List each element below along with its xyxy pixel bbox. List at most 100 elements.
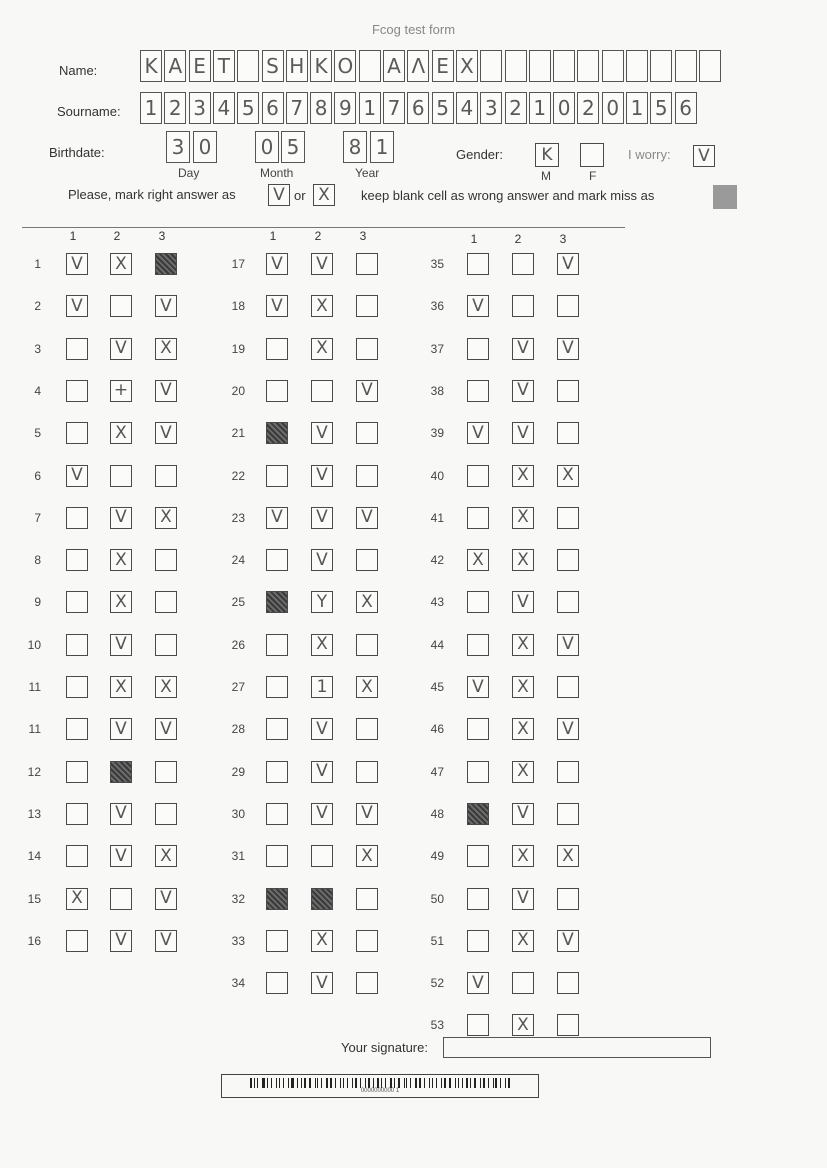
answer-checkbox[interactable]: X <box>356 591 378 614</box>
answer-checkbox[interactable]: V <box>311 464 333 487</box>
answer-checkbox[interactable]: V <box>356 506 378 529</box>
answer-checkbox[interactable]: V <box>110 337 132 360</box>
answer-checkbox[interactable]: V <box>311 802 333 825</box>
surname-char-cell[interactable]: 7 <box>383 92 405 124</box>
answer-checkbox[interactable]: V <box>110 802 132 825</box>
answer-checkbox[interactable] <box>356 295 378 318</box>
name-char-cell[interactable]: H <box>285 50 308 82</box>
answer-checkbox[interactable] <box>266 887 288 910</box>
surname-char-cell[interactable]: 0 <box>601 92 624 124</box>
answer-checkbox[interactable] <box>66 337 88 360</box>
answer-checkbox[interactable] <box>467 760 489 783</box>
month-digit-1[interactable]: 0 <box>255 131 279 163</box>
answer-checkbox[interactable] <box>557 422 579 445</box>
answer-checkbox[interactable] <box>557 549 579 572</box>
answer-checkbox[interactable] <box>266 929 288 952</box>
surname-char-cell[interactable]: 8 <box>310 92 333 124</box>
answer-checkbox[interactable]: V <box>266 295 288 318</box>
name-char-cell[interactable] <box>650 50 673 82</box>
answer-checkbox[interactable] <box>66 929 88 952</box>
answer-checkbox[interactable] <box>467 929 489 952</box>
surname-char-cell[interactable]: 3 <box>480 92 503 124</box>
surname-char-cell[interactable]: 4 <box>455 92 478 124</box>
answer-checkbox[interactable]: V <box>512 887 534 910</box>
answer-checkbox[interactable] <box>557 676 579 698</box>
answer-checkbox[interactable] <box>266 972 288 995</box>
answer-checkbox[interactable] <box>66 845 88 868</box>
answer-checkbox[interactable] <box>557 802 579 825</box>
name-char-cell[interactable]: A <box>164 50 187 82</box>
answer-checkbox[interactable]: V <box>512 422 534 445</box>
answer-checkbox[interactable] <box>467 718 489 741</box>
answer-checkbox[interactable]: X <box>110 676 132 698</box>
answer-checkbox[interactable]: V <box>356 802 378 825</box>
answer-checkbox[interactable]: X <box>557 464 579 487</box>
surname-char-cell[interactable]: 2 <box>164 92 187 124</box>
gender-female-box[interactable] <box>580 143 604 167</box>
answer-checkbox[interactable] <box>155 591 177 614</box>
answer-checkbox[interactable] <box>66 760 88 783</box>
answer-checkbox[interactable]: X <box>110 549 132 572</box>
answer-checkbox[interactable]: Y <box>311 591 333 614</box>
day-digit-2[interactable]: 0 <box>193 131 217 163</box>
answer-checkbox[interactable]: X <box>110 422 132 445</box>
answer-checkbox[interactable] <box>512 253 534 275</box>
answer-checkbox[interactable] <box>356 337 378 360</box>
answer-checkbox[interactable] <box>266 718 288 741</box>
answer-checkbox[interactable] <box>557 760 579 783</box>
name-char-cell[interactable]: K <box>140 50 162 82</box>
answer-checkbox[interactable]: V <box>155 887 177 910</box>
answer-checkbox[interactable]: V <box>311 253 333 275</box>
year-digit-1[interactable]: 8 <box>343 131 367 163</box>
answer-checkbox[interactable]: X <box>155 337 177 360</box>
answer-checkbox[interactable] <box>467 464 489 487</box>
answer-checkbox[interactable] <box>356 253 378 275</box>
surname-char-cell[interactable]: 1 <box>528 92 551 124</box>
name-char-cell[interactable] <box>601 50 624 82</box>
answer-checkbox[interactable]: X <box>356 845 378 868</box>
answer-checkbox[interactable]: V <box>467 422 489 445</box>
answer-checkbox[interactable]: V <box>311 506 333 529</box>
answer-checkbox[interactable]: V <box>110 845 132 868</box>
answer-checkbox[interactable]: V <box>155 929 177 952</box>
name-char-cell[interactable]: E <box>431 50 454 82</box>
answer-checkbox[interactable]: V <box>155 295 177 318</box>
answer-checkbox[interactable] <box>467 506 489 529</box>
answer-checkbox[interactable] <box>266 591 288 614</box>
answer-checkbox[interactable]: V <box>266 253 288 275</box>
answer-checkbox[interactable] <box>557 506 579 529</box>
surname-char-cell[interactable]: 2 <box>504 92 527 124</box>
surname-char-cell[interactable]: 5 <box>237 92 260 124</box>
gender-male-box[interactable]: K <box>535 143 559 167</box>
answer-checkbox[interactable]: V <box>557 718 579 741</box>
surname-char-cell[interactable]: 5 <box>650 92 673 124</box>
answer-checkbox[interactable] <box>266 549 288 572</box>
surname-char-cell[interactable]: 1 <box>358 92 381 124</box>
answer-checkbox[interactable] <box>66 802 88 825</box>
answer-checkbox[interactable] <box>557 591 579 614</box>
answer-checkbox[interactable]: X <box>66 887 88 910</box>
answer-checkbox[interactable]: V <box>467 972 489 995</box>
answer-checkbox[interactable] <box>467 379 489 402</box>
answer-checkbox[interactable]: V <box>512 591 534 614</box>
answer-checkbox[interactable] <box>467 253 489 275</box>
answer-checkbox[interactable]: X <box>467 549 489 572</box>
answer-checkbox[interactable] <box>155 253 177 275</box>
answer-checkbox[interactable] <box>66 591 88 614</box>
answer-checkbox[interactable] <box>266 633 288 656</box>
answer-checkbox[interactable] <box>467 337 489 360</box>
answer-checkbox[interactable]: X <box>512 1014 534 1037</box>
name-char-cell[interactable]: O <box>334 50 357 82</box>
answer-checkbox[interactable]: 1 <box>311 676 333 698</box>
answer-checkbox[interactable] <box>155 464 177 487</box>
answer-checkbox[interactable]: X <box>311 337 333 360</box>
answer-checkbox[interactable]: X <box>512 676 534 698</box>
answer-checkbox[interactable] <box>356 633 378 656</box>
answer-checkbox[interactable] <box>467 845 489 868</box>
answer-checkbox[interactable]: X <box>311 295 333 318</box>
name-char-cell[interactable] <box>674 50 697 82</box>
answer-checkbox[interactable] <box>356 887 378 910</box>
surname-char-cell[interactable]: 1 <box>140 92 162 124</box>
name-char-cell[interactable]: S <box>261 50 284 82</box>
answer-checkbox[interactable] <box>66 676 88 698</box>
